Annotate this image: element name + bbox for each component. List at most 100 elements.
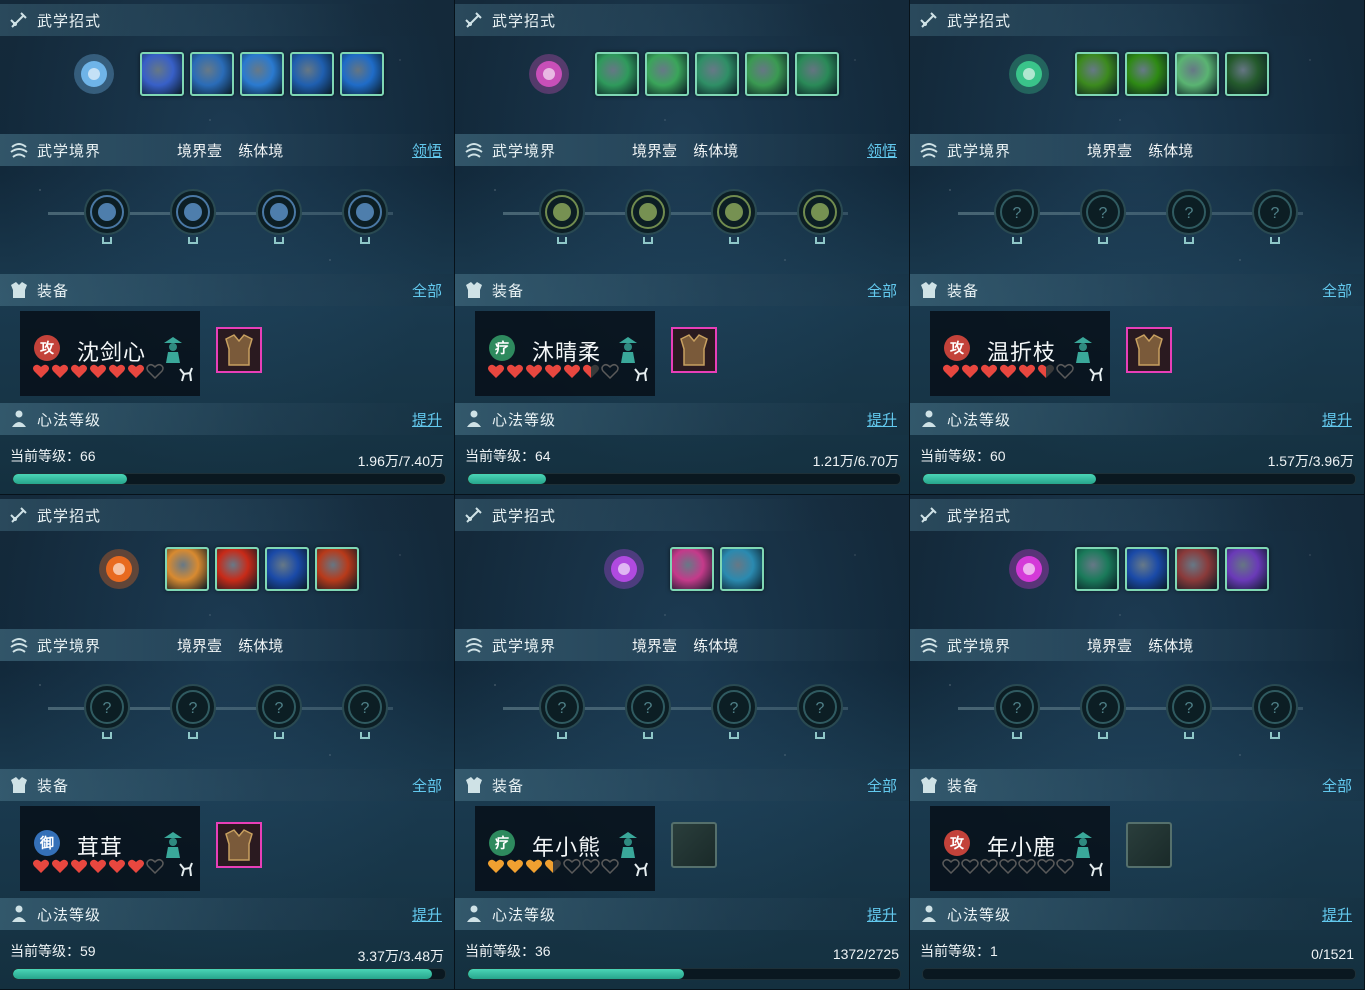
view-all-link[interactable]: 全部	[412, 775, 442, 796]
magenta-sigil-icon[interactable]	[1005, 545, 1053, 593]
character-card[interactable]: 攻 沈剑心	[20, 311, 200, 396]
red-explosion-skill-icon[interactable]	[215, 547, 259, 591]
realm-node-marker	[102, 237, 112, 244]
realm-node-sword-icon[interactable]	[341, 188, 389, 244]
view-all-link[interactable]: 全部	[867, 280, 897, 301]
upgrade-link[interactable]: 提升	[1322, 409, 1352, 430]
blue-orb-icon[interactable]	[70, 50, 118, 98]
purple-cast-skill-icon[interactable]	[1225, 547, 1269, 591]
purple-dancer-icon[interactable]	[525, 50, 573, 98]
green-yinyang-skill-icon[interactable]	[1225, 52, 1269, 96]
realm-node-question-icon[interactable]: ?	[710, 683, 758, 739]
realm-node-swirl-icon[interactable]	[169, 188, 217, 244]
realm-node-question-icon[interactable]: ?	[1079, 683, 1127, 739]
cyan-fan-skill-icon[interactable]	[720, 547, 764, 591]
realm-node-question-icon[interactable]: ?	[1165, 683, 1213, 739]
heart-icon	[601, 363, 619, 384]
green-spirit-skill-icon[interactable]	[795, 52, 839, 96]
empty-gear-slot[interactable]	[1126, 822, 1172, 868]
mount-icon	[631, 365, 651, 390]
green-spear-skill-icon[interactable]	[1125, 52, 1169, 96]
heart-method-title: 心法等级	[37, 906, 102, 924]
character-panel-2: 武学招式 武学境界 境界壹 练体境 领悟 装备 全部 疗 沐晴柔 心法等级 提升…	[455, 0, 910, 495]
realm-node-question-icon[interactable]: ?	[1079, 188, 1127, 244]
realm-track	[455, 188, 909, 252]
equipped-gear-slot[interactable]	[671, 327, 717, 373]
character-card[interactable]: 疗 年小熊	[475, 806, 655, 891]
blue-water-wave-skill-icon[interactable]	[190, 52, 234, 96]
realm-node-question-icon[interactable]: ?	[1251, 683, 1299, 739]
blue-crescent-skill-icon[interactable]	[265, 547, 309, 591]
realm-section-title: 武学境界	[947, 637, 1012, 655]
character-card[interactable]: 疗 沐晴柔	[475, 311, 655, 396]
realm-node-plus-icon[interactable]	[624, 188, 672, 244]
realm-node-question-icon[interactable]: ?	[993, 683, 1041, 739]
fire-meditation-icon[interactable]	[95, 545, 143, 593]
equip-section-title: 装备	[37, 282, 70, 300]
green-wings-icon[interactable]	[1005, 50, 1053, 98]
realm-swirl-icon	[8, 634, 30, 656]
skill-list	[455, 543, 909, 595]
green-leaf-storm-skill-icon[interactable]	[645, 52, 689, 96]
red-vortex-skill-icon[interactable]	[315, 547, 359, 591]
realm-node-question-icon[interactable]: ?	[796, 683, 844, 739]
green-claw-skill-icon[interactable]	[1075, 52, 1119, 96]
view-all-link[interactable]: 全部	[867, 775, 897, 796]
equip-row: 攻 沈剑心	[20, 311, 454, 396]
upgrade-link[interactable]: 提升	[867, 409, 897, 430]
realm-node-question-icon[interactable]: ?	[255, 683, 303, 739]
blue-coil-skill-icon[interactable]	[1125, 547, 1169, 591]
green-dragon-skill-icon[interactable]	[595, 52, 639, 96]
realm-node-marker	[274, 732, 284, 739]
blue-sword-slash-skill-icon[interactable]	[140, 52, 184, 96]
view-all-link[interactable]: 全部	[1322, 775, 1352, 796]
golden-buddha-skill-icon[interactable]	[165, 547, 209, 591]
character-card[interactable]: 御 茸茸	[20, 806, 200, 891]
pink-orb-slash-skill-icon[interactable]	[670, 547, 714, 591]
equipped-gear-slot[interactable]	[216, 822, 262, 868]
realm-node-spiral-icon[interactable]	[710, 188, 758, 244]
view-all-link[interactable]: 全部	[412, 280, 442, 301]
upgrade-link[interactable]: 提升	[412, 904, 442, 925]
green-ring-skill-icon[interactable]	[1175, 52, 1219, 96]
upgrade-link[interactable]: 提升	[412, 409, 442, 430]
realm-node-question-icon[interactable]: ?	[169, 683, 217, 739]
realm-node-question-icon[interactable]: ?	[538, 683, 586, 739]
comprehend-link[interactable]: 领悟	[412, 140, 442, 161]
realm-node-blade-icon[interactable]	[255, 188, 303, 244]
equipped-gear-slot[interactable]	[216, 327, 262, 373]
character-card[interactable]: 攻 年小鹿	[930, 806, 1110, 891]
equipped-gear-slot[interactable]	[1126, 327, 1172, 373]
blue-wind-cut-skill-icon[interactable]	[290, 52, 334, 96]
realm-node-marker	[188, 732, 198, 739]
upgrade-link[interactable]: 提升	[867, 904, 897, 925]
upgrade-link[interactable]: 提升	[1322, 904, 1352, 925]
realm-node-crown-icon[interactable]	[796, 188, 844, 244]
purple-cone-icon[interactable]	[600, 545, 648, 593]
realm-section-title: 武学境界	[947, 142, 1012, 160]
realm-node-question-icon[interactable]: ?	[341, 683, 389, 739]
red-scales-skill-icon[interactable]	[1175, 547, 1219, 591]
affection-hearts	[942, 363, 1074, 384]
experience-bar	[467, 968, 901, 980]
comprehend-link[interactable]: 领悟	[867, 140, 897, 161]
realm-node-feather-icon[interactable]	[83, 188, 131, 244]
realm-node-question-icon[interactable]: ?	[993, 188, 1041, 244]
heart-icon	[1018, 858, 1036, 879]
realm-section-header: 武学境界 境界壹 练体境	[0, 629, 454, 661]
realm-node-question-icon[interactable]: ?	[83, 683, 131, 739]
green-crescent-skill-icon[interactable]	[745, 52, 789, 96]
green-whirl-skill-icon[interactable]	[695, 52, 739, 96]
realm-node-sprout-icon[interactable]	[538, 188, 586, 244]
green-scorpion-skill-icon[interactable]	[1075, 547, 1119, 591]
empty-gear-slot[interactable]	[671, 822, 717, 868]
experience-bar-fill	[923, 474, 1096, 484]
blue-blade-strike-skill-icon[interactable]	[240, 52, 284, 96]
character-card[interactable]: 攻 温折枝	[930, 311, 1110, 396]
view-all-link[interactable]: 全部	[1322, 280, 1352, 301]
realm-node-question-icon[interactable]: ?	[624, 683, 672, 739]
realm-node-question-icon[interactable]: ?	[1165, 188, 1213, 244]
realm-swirl-icon	[463, 139, 485, 161]
realm-node-question-icon[interactable]: ?	[1251, 188, 1299, 244]
blue-leaping-figure-skill-icon[interactable]	[340, 52, 384, 96]
